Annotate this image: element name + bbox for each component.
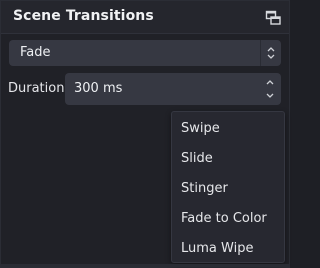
menu-item-luma-wipe[interactable]: Luma Wipe [172,235,284,263]
chevron-up-icon[interactable] [262,75,278,89]
menu-item-stinger[interactable]: Stinger [172,175,284,203]
scene-transitions-dock: Scene Transitions Fade Duration 300 ms S… [0,0,290,268]
spinbox-arrows [259,73,281,105]
transition-type-select[interactable]: Fade [9,40,281,66]
menu-item-swipe[interactable]: Swipe [172,115,284,143]
dock-title: Scene Transitions [13,8,154,24]
duration-value: 300 ms [74,81,123,96]
menu-item-slide[interactable]: Slide [172,145,284,173]
duration-spinbox[interactable]: 300 ms [65,73,281,105]
duration-label: Duration [8,81,65,96]
chevron-down-icon[interactable] [262,89,278,103]
float-window-icon[interactable] [265,10,281,26]
add-transition-menu: Swipe Slide Stinger Fade to Color Luma W… [171,111,285,263]
dock-titlebar: Scene Transitions [1,1,289,34]
dock-bottom-edge [1,264,289,267]
chevron-up-down-icon [260,40,281,66]
menu-item-fade-to-color[interactable]: Fade to Color [172,205,284,233]
transition-type-value: Fade [20,45,51,60]
